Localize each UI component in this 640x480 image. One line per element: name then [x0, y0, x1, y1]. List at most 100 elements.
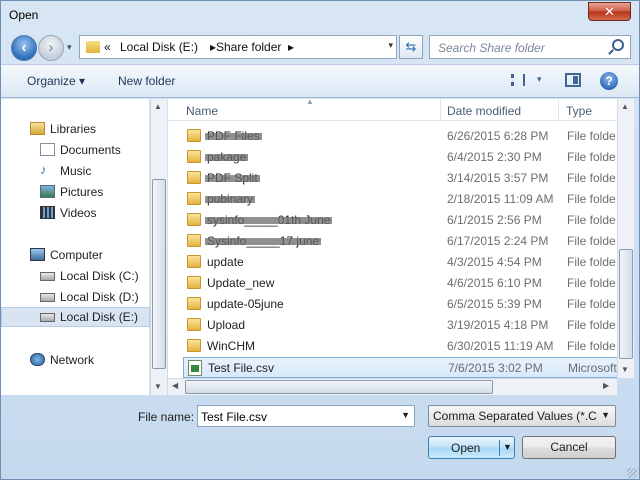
close-button[interactable]: ✕	[588, 2, 631, 21]
column-name[interactable]: Name	[186, 104, 218, 118]
nav-item-local-disk-c[interactable]: Local Disk (C:)	[1, 266, 150, 286]
breadcrumb-local-disk-e[interactable]: Local Disk (E:)	[120, 40, 198, 54]
chevron-down-icon[interactable]: ▼	[601, 410, 610, 420]
file-type: Microsoft	[568, 361, 617, 375]
breadcrumb-separator-icon[interactable]: ▸	[288, 40, 294, 54]
horizontal-scroll-thumb[interactable]	[185, 380, 493, 394]
nav-item-local-disk-d[interactable]: Local Disk (D:)	[1, 287, 150, 307]
file-type: File folde	[567, 255, 616, 269]
scroll-right-icon[interactable]: ▶	[603, 381, 609, 390]
file-row[interactable]: pakage 6/4/2015 2:30 PM File folde	[183, 146, 617, 167]
title-bar[interactable]: Open ✕	[1, 1, 639, 31]
file-list-scroll-thumb[interactable]	[619, 249, 633, 359]
scroll-up-icon[interactable]: ▲	[621, 102, 629, 111]
file-row[interactable]: Update_new 4/6/2015 6:10 PM File folde	[183, 272, 617, 293]
file-row-selected[interactable]: Test File.csv 7/6/2015 3:02 PM Microsoft	[183, 357, 617, 378]
nav-item-computer[interactable]: Computer	[1, 245, 150, 265]
file-type-filter[interactable]: Comma Separated Values (*.CS ▼	[428, 405, 616, 427]
scroll-down-icon[interactable]: ▼	[621, 365, 629, 374]
music-icon: ♪	[40, 162, 47, 177]
file-date: 4/3/2015 4:54 PM	[447, 255, 542, 269]
window-title: Open	[9, 8, 39, 22]
nav-item-libraries[interactable]: Libraries	[1, 119, 150, 139]
csv-file-icon	[188, 360, 202, 376]
command-bar: Organize ▾ New folder ▾ ?	[1, 64, 639, 98]
file-date: 6/30/2015 11:19 AM	[447, 339, 554, 353]
open-options-chevron-down-icon[interactable]: ▼	[503, 442, 512, 452]
nav-item-documents[interactable]: Documents	[1, 140, 150, 160]
forward-button[interactable]: ›	[38, 35, 64, 61]
file-row[interactable]: PDF Split 3/14/2015 3:57 PM File folde	[183, 167, 617, 188]
file-row[interactable]: update 4/3/2015 4:54 PM File folde	[183, 251, 617, 272]
organize-button[interactable]: Organize ▾	[27, 74, 85, 88]
nav-item-music[interactable]: ♪ Music	[1, 161, 150, 181]
open-button[interactable]: Open ▼	[428, 436, 515, 459]
redacted-file-name: Sysinfo_____17 june	[204, 234, 322, 248]
help-icon[interactable]: ?	[600, 72, 618, 90]
file-name: WinCHM	[207, 339, 255, 353]
file-row[interactable]: Sysinfo_____17 june 6/17/2015 2:24 PM Fi…	[183, 230, 617, 251]
scroll-down-icon[interactable]: ▼	[154, 382, 162, 391]
search-input[interactable]: Search Share folder	[438, 41, 545, 55]
file-row[interactable]: Upload 3/19/2015 4:18 PM File folde	[183, 314, 617, 335]
change-view-icon[interactable]	[511, 74, 525, 86]
recent-pages-chevron-down-icon[interactable]: ▾	[67, 42, 72, 53]
scroll-left-icon[interactable]: ◀	[172, 381, 178, 390]
file-row[interactable]: WinCHM 6/30/2015 11:19 AM File folde	[183, 335, 617, 356]
column-divider[interactable]	[558, 99, 559, 121]
back-button[interactable]: ‹	[11, 35, 37, 61]
navigation-pane: Libraries Documents ♪ Music Pictures Vid…	[1, 99, 150, 395]
folder-icon	[187, 339, 201, 352]
folder-icon	[187, 255, 201, 268]
folder-icon	[187, 150, 201, 163]
file-name-combobox[interactable]: ▼	[197, 405, 415, 427]
nav-item-local-disk-e[interactable]: Local Disk (E:)	[1, 307, 150, 327]
folder-icon	[187, 234, 201, 247]
file-row[interactable]: update-05june 6/5/2015 5:39 PM File fold…	[183, 293, 617, 314]
column-date-modified[interactable]: Date modified	[447, 104, 521, 118]
new-folder-button[interactable]: New folder	[118, 74, 175, 88]
column-divider[interactable]	[440, 99, 441, 121]
resize-grip-icon[interactable]	[627, 468, 637, 478]
file-row[interactable]: pubinary 2/18/2015 11:09 AM File folde	[183, 188, 617, 209]
nav-item-network[interactable]: Network	[1, 350, 150, 370]
file-row[interactable]: PDF Files 6/26/2015 6:28 PM File folde	[183, 125, 617, 146]
redacted-file-name: pubinary	[204, 192, 256, 206]
column-header-row: ▲ Name Date modified Type	[168, 99, 617, 121]
cancel-button[interactable]: Cancel	[522, 436, 616, 459]
file-list-scrollbar[interactable]: ▲ ▼	[617, 99, 634, 378]
nav-scrollbar[interactable]: ▲ ▼	[150, 99, 167, 395]
address-dropdown-icon[interactable]: ▾	[388, 40, 393, 51]
breadcrumb-overflow-icon[interactable]: «	[104, 40, 111, 54]
address-bar[interactable]: « Local Disk (E:) ▸ Share folder ▸ ▾	[79, 35, 397, 59]
folder-icon	[187, 297, 201, 310]
horizontal-scrollbar[interactable]: ◀ ▶	[168, 378, 617, 395]
file-list: ▲ Name Date modified Type PDF Files 6/26…	[168, 99, 617, 378]
chevron-down-icon[interactable]: ▼	[401, 410, 410, 420]
open-button-label: Open	[451, 441, 481, 455]
file-date: 7/6/2015 3:02 PM	[448, 361, 543, 375]
file-name-input[interactable]	[201, 408, 396, 425]
nav-scroll-thumb[interactable]	[152, 179, 166, 369]
nav-item-videos[interactable]: Videos	[1, 203, 150, 223]
file-type: File folde	[567, 150, 616, 164]
file-row[interactable]: sysinfo_____01th June 6/1/2015 2:56 PM F…	[183, 209, 617, 230]
nav-item-pictures[interactable]: Pictures	[1, 182, 150, 202]
file-date: 4/6/2015 6:10 PM	[447, 276, 542, 290]
file-type: File folde	[567, 234, 616, 248]
file-date: 3/19/2015 4:18 PM	[447, 318, 549, 332]
view-options-chevron-down-icon[interactable]: ▾	[537, 74, 542, 85]
file-type: File folde	[567, 129, 616, 143]
search-box[interactable]: Search Share folder	[429, 35, 631, 59]
file-type: File folde	[567, 297, 616, 311]
file-date: 6/26/2015 6:28 PM	[447, 129, 549, 143]
breadcrumb-share-folder[interactable]: Share folder	[216, 40, 281, 54]
search-icon[interactable]	[612, 39, 624, 51]
preview-pane-icon[interactable]	[565, 73, 581, 87]
folder-icon	[86, 41, 100, 53]
folder-icon	[187, 213, 201, 226]
column-type[interactable]: Type	[566, 104, 592, 118]
refresh-button[interactable]: ⇆	[399, 35, 423, 59]
scroll-up-icon[interactable]: ▲	[154, 102, 162, 111]
file-type: File folde	[567, 276, 616, 290]
